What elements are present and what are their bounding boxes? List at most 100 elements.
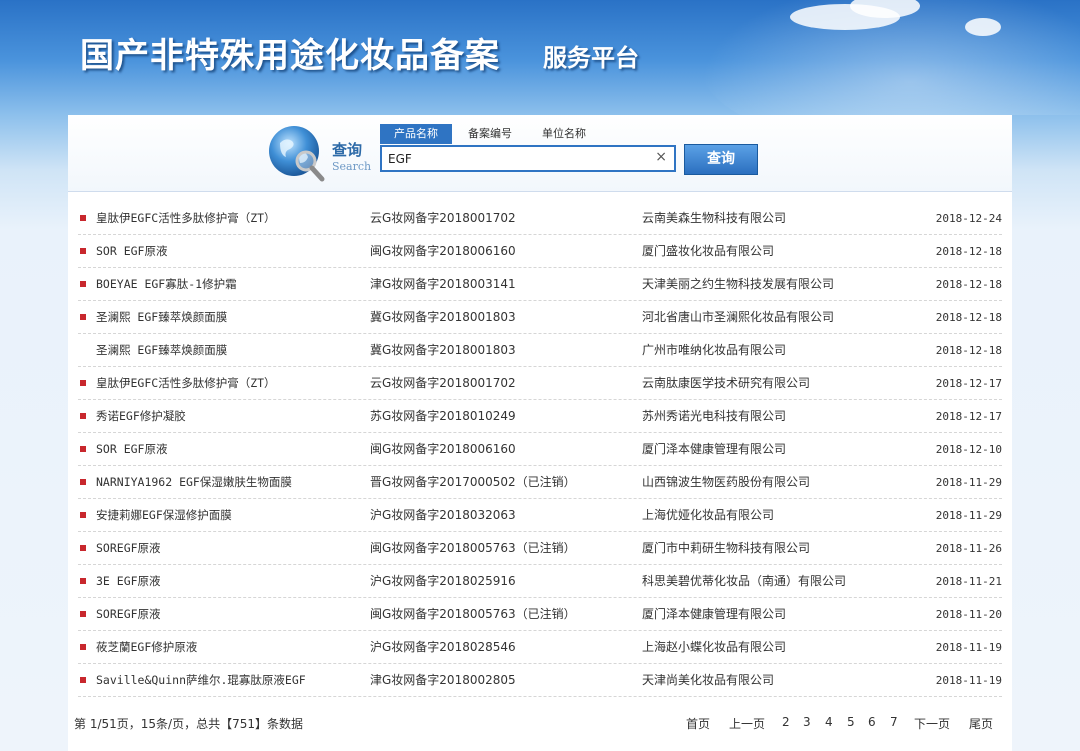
- table-row[interactable]: SOREGF原液 闽G妆网备字2018005763（已注销） 厦门市中莉研生物科技有…: [78, 532, 1002, 565]
- company-name: 河北省唐山市圣澜熙化妆品有限公司: [642, 310, 835, 324]
- prev-page-link[interactable]: 上一页: [729, 715, 765, 732]
- record-number: 闽G妆网备字2018006160: [370, 442, 516, 456]
- company-name: 苏州秀诺光电科技有限公司: [642, 409, 787, 423]
- record-number: 冀G妆网备字2018001803: [370, 310, 516, 324]
- product-name-link[interactable]: 秀诺EGF修护凝胶: [96, 400, 186, 433]
- tab-record-number[interactable]: 备案编号: [454, 124, 526, 144]
- row-bullet-icon: [80, 446, 86, 452]
- record-number: 沪G妆网备字2018032063: [370, 508, 516, 522]
- record-number: 冀G妆网备字2018001803: [370, 343, 516, 357]
- page-link-4[interactable]: 4: [825, 715, 833, 729]
- company-name: 科思美碧优蒂化妆品（南通）有限公司: [642, 574, 847, 588]
- table-row[interactable]: SOR EGF原液 闽G妆网备字2018006160 厦门盛妆化妆品有限公司 2018…: [78, 235, 1002, 268]
- page-subtitle: 服务平台: [543, 43, 639, 72]
- row-bullet-icon: [80, 545, 86, 551]
- last-page-link[interactable]: 尾页: [969, 715, 993, 732]
- page-link-7[interactable]: 7: [890, 715, 898, 729]
- product-name-link[interactable]: SOR EGF原液: [96, 235, 167, 268]
- product-name-link[interactable]: 安捷莉娜EGF保湿修护面膜: [96, 499, 232, 532]
- record-number: 苏G妆网备字2018010249: [370, 409, 516, 423]
- row-bullet-icon: [80, 578, 86, 584]
- tab-product-name[interactable]: 产品名称: [380, 124, 452, 144]
- table-row[interactable]: 皇肽伊EGFC活性多肽修护膏（ZT） 云G妆网备字2018001702 云南美森生物…: [78, 202, 1002, 235]
- record-date: 2018-11-26: [935, 542, 1002, 555]
- product-name-link[interactable]: SOREGF原液: [96, 532, 161, 565]
- page-link-2[interactable]: 2: [782, 715, 790, 729]
- company-name: 厦门盛妆化妆品有限公司: [642, 244, 775, 258]
- record-number: 云G妆网备字2018001702: [370, 211, 516, 225]
- row-bullet-icon: [80, 248, 86, 254]
- table-row[interactable]: SOREGF原液 闽G妆网备字2018005763（已注销） 厦门泽本健康管理有限公…: [78, 598, 1002, 631]
- record-date: 2018-11-29: [935, 476, 1002, 489]
- table-row[interactable]: SOR EGF原液 闽G妆网备字2018006160 厦门泽本健康管理有限公司 201…: [78, 433, 1002, 466]
- table-row[interactable]: 3E EGF原液 沪G妆网备字2018025916 科思美碧优蒂化妆品（南通）有限公…: [78, 565, 1002, 598]
- product-name-link[interactable]: BOEYAE EGF寡肽-1修护霜: [96, 268, 237, 301]
- record-number: 闽G妆网备字2018006160: [370, 244, 516, 258]
- product-name-link[interactable]: NARNIYA1962 EGF保湿嫩肤生物面膜: [96, 466, 292, 499]
- globe-search-icon: [269, 126, 325, 182]
- row-bullet-icon: [80, 677, 86, 683]
- table-row[interactable]: Saville&Quinn萨维尔.琨寡肽原液EGF 津G妆网备字201800280…: [78, 664, 1002, 697]
- product-name-link[interactable]: Saville&Quinn萨维尔.琨寡肽原液EGF: [96, 664, 306, 697]
- product-name-link[interactable]: 3E EGF原液: [96, 565, 161, 598]
- row-bullet-icon: [80, 479, 86, 485]
- table-row[interactable]: 圣澜熙 EGF臻萃焕颜面膜 冀G妆网备字2018001803 广州市唯纳化妆品有限公…: [78, 334, 1002, 367]
- page-link-5[interactable]: 5: [847, 715, 855, 729]
- product-name-link[interactable]: 皇肽伊EGFC活性多肽修护膏（ZT）: [96, 202, 276, 235]
- header-banner: 国产非特殊用途化妆品备案 服务平台: [0, 0, 1080, 115]
- record-date: 2018-12-17: [935, 377, 1002, 390]
- tab-company-name[interactable]: 单位名称: [528, 124, 600, 144]
- search-button[interactable]: 查询: [684, 144, 758, 175]
- record-date: 2018-11-21: [935, 575, 1002, 588]
- page-link-3[interactable]: 3: [803, 715, 811, 729]
- table-row[interactable]: BOEYAE EGF寡肽-1修护霜 津G妆网备字2018003141 天津美丽之约生…: [78, 268, 1002, 301]
- product-name-link[interactable]: 圣澜熙 EGF臻萃焕颜面膜: [96, 301, 227, 334]
- product-name-link[interactable]: SOR EGF原液: [96, 433, 167, 466]
- table-row[interactable]: 圣澜熙 EGF臻萃焕颜面膜 冀G妆网备字2018001803 河北省唐山市圣澜熙化妆…: [78, 301, 1002, 334]
- table-row[interactable]: NARNIYA1962 EGF保湿嫩肤生物面膜 晋G妆网备字2017000502（…: [78, 466, 1002, 499]
- record-number: 沪G妆网备字2018028546: [370, 640, 516, 654]
- row-bullet-icon: [80, 314, 86, 320]
- next-page-link[interactable]: 下一页: [914, 715, 950, 732]
- cloud-decoration: [965, 18, 1001, 36]
- record-date: 2018-11-19: [935, 641, 1002, 654]
- company-name: 广州市唯纳化妆品有限公司: [642, 343, 787, 357]
- main-content: 查询 Search 产品名称 备案编号 单位名称 × 查询 皇肽伊EGFC活性多…: [68, 115, 1012, 751]
- record-number: 云G妆网备字2018001702: [370, 376, 516, 390]
- search-label: 查询: [332, 141, 363, 159]
- first-page-link[interactable]: 首页: [686, 715, 710, 732]
- company-name: 上海优娅化妆品有限公司: [642, 508, 775, 522]
- record-number: 津G妆网备字2018002805: [370, 673, 516, 687]
- company-name: 云南肽康医学技术研究有限公司: [642, 376, 811, 390]
- table-row[interactable]: 安捷莉娜EGF保湿修护面膜 沪G妆网备字2018032063 上海优娅化妆品有限公司…: [78, 499, 1002, 532]
- company-name: 山西锦波生物医药股份有限公司: [642, 475, 811, 489]
- page-link-6[interactable]: 6: [868, 715, 876, 729]
- product-name-link[interactable]: 皇肽伊EGFC活性多肽修护膏（ZT）: [96, 367, 276, 400]
- row-bullet-icon: [80, 413, 86, 419]
- search-panel: 查询 Search 产品名称 备案编号 单位名称 × 查询: [68, 115, 1012, 192]
- product-name-link[interactable]: SOREGF原液: [96, 598, 161, 631]
- company-name: 厦门泽本健康管理有限公司: [642, 442, 787, 456]
- table-row[interactable]: 皇肽伊EGFC活性多肽修护膏（ZT） 云G妆网备字2018001702 云南肽康医学…: [78, 367, 1002, 400]
- search-input[interactable]: [388, 147, 648, 170]
- product-name-link[interactable]: 圣澜熙 EGF臻萃焕颜面膜: [96, 334, 227, 367]
- product-name-link[interactable]: 莜芝蘭EGF修护原液: [96, 631, 197, 664]
- company-name: 厦门泽本健康管理有限公司: [642, 607, 787, 621]
- pagination: 第 1/51页，15条/页，总共【751】条数据 首页 上一页 2 3 4 5 …: [68, 711, 1012, 737]
- table-row[interactable]: 秀诺EGF修护凝胶 苏G妆网备字2018010249 苏州秀诺光电科技有限公司 201…: [78, 400, 1002, 433]
- close-icon[interactable]: ×: [655, 149, 667, 165]
- record-date: 2018-12-18: [935, 311, 1002, 324]
- row-bullet-icon: [80, 215, 86, 221]
- row-bullet-icon: [80, 611, 86, 617]
- record-date: 2018-12-18: [935, 344, 1002, 357]
- record-date: 2018-11-29: [935, 509, 1002, 522]
- record-date: 2018-11-20: [935, 608, 1002, 621]
- record-date: 2018-11-19: [935, 674, 1002, 687]
- company-name: 云南美森生物科技有限公司: [642, 211, 787, 225]
- row-bullet-icon: [80, 380, 86, 386]
- record-number: 津G妆网备字2018003141: [370, 277, 516, 291]
- table-row[interactable]: 莜芝蘭EGF修护原液 沪G妆网备字2018028546 上海赵小蝶化妆品有限公司 20…: [78, 631, 1002, 664]
- results-list: 皇肽伊EGFC活性多肽修护膏（ZT） 云G妆网备字2018001702 云南美森生物…: [78, 202, 1002, 697]
- record-number: 闽G妆网备字2018005763（已注销）: [370, 607, 576, 621]
- row-bullet-icon: [80, 281, 86, 287]
